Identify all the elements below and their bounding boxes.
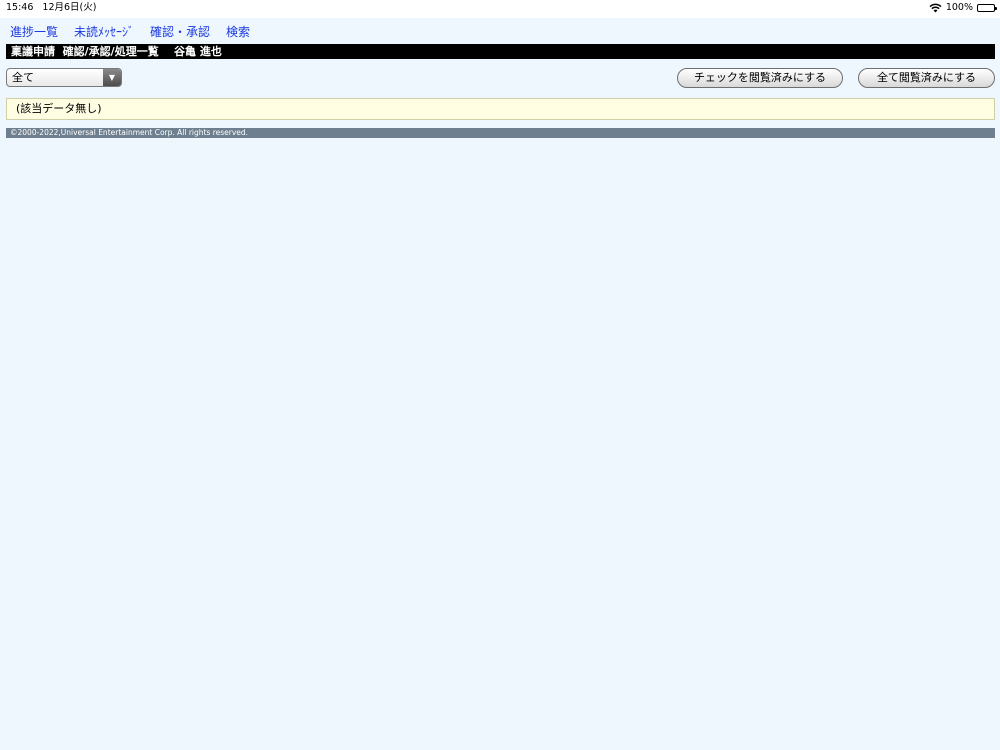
mark-all-read-button[interactable]: 全て閲覧済みにする [858, 68, 995, 88]
nav-progress-list[interactable]: 進捗一覧 [10, 23, 58, 41]
filter-select[interactable]: 全て ▼ [6, 68, 122, 87]
status-right: 100% [929, 0, 997, 16]
copyright-footer: ©2000-2022,Universal Entertainment Corp.… [6, 128, 995, 138]
nav-confirm-approve[interactable]: 確認・承認 [150, 23, 210, 41]
status-time: 15:46 [6, 2, 34, 13]
page-title: 稟議申請 確認/承認/処理一覧 谷亀 進也 [6, 44, 995, 59]
nav-unread-messages[interactable]: 未読ﾒｯｾｰｼﾞ [74, 23, 134, 41]
dropdown-arrow-icon: ▼ [103, 69, 121, 86]
battery-icon [977, 4, 997, 12]
status-left: 15:46 12月6日(火) [6, 0, 102, 16]
mark-checked-read-button[interactable]: チェックを閲覧済みにする [677, 68, 843, 88]
top-nav: 進捗一覧 未読ﾒｯｾｰｼﾞ 確認・承認 検索 [10, 23, 250, 41]
status-date: 12月6日(火) [42, 2, 97, 13]
empty-results-message: (該当データ無し) [6, 98, 995, 120]
status-bar: 15:46 12月6日(火) 100% [0, 0, 1000, 18]
wifi-icon [929, 3, 942, 13]
filter-selected-value: 全て [12, 71, 34, 84]
nav-search[interactable]: 検索 [226, 23, 250, 41]
battery-percent: 100% [945, 2, 973, 13]
